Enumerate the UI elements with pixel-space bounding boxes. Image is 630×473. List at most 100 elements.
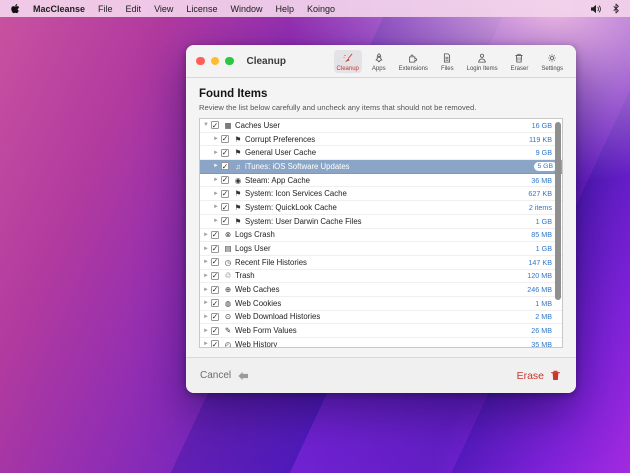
flag-icon: ⚑ [233, 135, 243, 144]
apple-menu-icon[interactable] [10, 3, 21, 15]
row-checkbox[interactable]: ✓ [211, 286, 219, 294]
disclosure-collapsed-icon[interactable]: ► [203, 259, 211, 265]
disclosure-collapsed-icon[interactable]: ► [213, 204, 221, 210]
section-heading: Found Items [199, 88, 563, 100]
row-label: Caches User [235, 121, 280, 130]
row-checkbox[interactable]: ✓ [211, 299, 219, 307]
disclosure-collapsed-icon[interactable]: ► [203, 246, 211, 252]
row-checkbox[interactable]: ✓ [221, 135, 229, 143]
row-checkbox[interactable]: ✓ [221, 176, 229, 184]
row-checkbox[interactable]: ✓ [211, 272, 219, 280]
document-icon: ▤ [223, 244, 233, 253]
erase-label: Erase [517, 370, 544, 382]
toolbar-item-label: Extensions [399, 66, 428, 72]
history-icon: ◴ [223, 340, 233, 348]
list-row-logs-crash[interactable]: ►✓⊗Logs Crash85 MB [200, 229, 562, 243]
toolbar: Cleanup Apps Extensions Files Login Items Era… [334, 50, 566, 73]
crash-icon: ⊗ [223, 230, 233, 239]
disclosure-collapsed-icon[interactable]: ► [203, 273, 211, 279]
row-checkbox[interactable]: ✓ [211, 258, 219, 266]
disclosure-collapsed-icon[interactable]: ► [213, 136, 221, 142]
cancel-button[interactable]: Cancel [200, 370, 249, 381]
scrollbar-thumb[interactable] [555, 122, 561, 300]
list-row-caches-user[interactable]: ▼✓▦Caches User16 GB [200, 119, 562, 133]
menu-item-view[interactable]: View [154, 4, 173, 14]
list-row-logs-user[interactable]: ►✓▤Logs User1 GB [200, 242, 562, 256]
list-row-web-history[interactable]: ►✓◴Web History35 MB [200, 338, 562, 348]
cookie-icon: ◍ [223, 299, 233, 308]
list-row-web-cookies[interactable]: ►✓◍Web Cookies1 MB [200, 297, 562, 311]
list-row-itunes-ios-software-updates[interactable]: ►✓♫iTunes: iOS Software Updates5 GB [200, 160, 562, 174]
list-row-general-user-cache[interactable]: ►✓⚑General User Cache9 GB [200, 146, 562, 160]
apps-rocket-icon [373, 52, 385, 66]
toolbar-item-files[interactable]: Files [438, 50, 457, 73]
erase-button[interactable]: Erase [517, 369, 562, 382]
back-arrow-icon [237, 371, 249, 381]
list-row-web-download-histories[interactable]: ►✓⊙Web Download Histories2 MB [200, 311, 562, 325]
pencil-icon: ✎ [223, 326, 233, 335]
row-checkbox[interactable]: ✓ [221, 203, 229, 211]
list-row-steam-app-cache[interactable]: ►✓◉Steam: App Cache36 MB [200, 174, 562, 188]
list-row-trash[interactable]: ►✓♲Trash120 MB [200, 270, 562, 284]
toolbar-item-cleanup[interactable]: Cleanup [334, 50, 362, 73]
row-label: System: QuickLook Cache [245, 203, 337, 212]
disclosure-collapsed-icon[interactable]: ► [213, 177, 221, 183]
toolbar-item-label: Cleanup [337, 66, 359, 72]
close-button[interactable] [196, 57, 205, 66]
zoom-button[interactable] [225, 57, 234, 66]
toolbar-item-apps[interactable]: Apps [369, 50, 389, 73]
disclosure-collapsed-icon[interactable]: ► [213, 191, 221, 197]
row-checkbox[interactable]: ✓ [211, 245, 219, 253]
disclosure-expanded-icon[interactable]: ▼ [203, 122, 211, 128]
disclosure-collapsed-icon[interactable]: ► [213, 163, 221, 169]
disclosure-collapsed-icon[interactable]: ► [213, 218, 221, 224]
row-checkbox[interactable]: ✓ [211, 121, 219, 129]
row-checkbox[interactable]: ✓ [221, 190, 229, 198]
menu-item-license[interactable]: License [186, 4, 217, 14]
volume-icon[interactable] [590, 4, 602, 14]
row-checkbox[interactable]: ✓ [221, 162, 229, 170]
row-label: System: Icon Services Cache [245, 189, 347, 198]
menu-item-help[interactable]: Help [275, 4, 294, 14]
menu-item-edit[interactable]: Edit [126, 4, 142, 14]
list-row-corrupt-preferences[interactable]: ►✓⚑Corrupt Preferences119 KB [200, 133, 562, 147]
toolbar-item-settings[interactable]: Settings [538, 50, 566, 73]
toolbar-item-eraser[interactable]: Eraser [508, 50, 532, 73]
disclosure-collapsed-icon[interactable]: ► [203, 314, 211, 320]
disclosure-collapsed-icon[interactable]: ► [213, 150, 221, 156]
row-checkbox[interactable]: ✓ [211, 313, 219, 321]
row-size: 2 MB [535, 312, 562, 321]
bluetooth-icon[interactable] [612, 3, 620, 14]
toolbar-item-extensions[interactable]: Extensions [396, 50, 431, 73]
list-row-system-user-darwin-cache-files[interactable]: ►✓⚑System: User Darwin Cache Files1 GB [200, 215, 562, 229]
row-checkbox[interactable]: ✓ [211, 231, 219, 239]
toolbar-item-label: Settings [541, 66, 563, 72]
row-checkbox[interactable]: ✓ [221, 149, 229, 157]
row-label: Logs User [235, 244, 271, 253]
list-row-web-caches[interactable]: ►✓⊕Web Caches246 MB [200, 283, 562, 297]
menu-item-koingo[interactable]: Koingo [307, 4, 335, 14]
disclosure-collapsed-icon[interactable]: ► [203, 287, 211, 293]
row-checkbox[interactable]: ✓ [221, 217, 229, 225]
list-row-web-form-values[interactable]: ►✓✎Web Form Values26 MB [200, 324, 562, 338]
flag-icon: ⚑ [233, 189, 243, 198]
toolbar-item-login-items[interactable]: Login Items [464, 50, 501, 73]
list-row-system-quicklook-cache[interactable]: ►✓⚑System: QuickLook Cache2 items [200, 201, 562, 215]
disclosure-collapsed-icon[interactable]: ► [203, 232, 211, 238]
disclosure-collapsed-icon[interactable]: ► [203, 341, 211, 347]
toolbar-item-label: Files [441, 66, 454, 72]
list-row-recent-file-histories[interactable]: ►✓◷Recent File Histories147 KB [200, 256, 562, 270]
disclosure-collapsed-icon[interactable]: ► [203, 300, 211, 306]
desktop-wallpaper: MacCleanse File Edit View License Window Help K… [0, 0, 630, 473]
row-checkbox[interactable]: ✓ [211, 340, 219, 348]
menu-item-window[interactable]: Window [230, 4, 262, 14]
trash-icon: ♲ [223, 271, 233, 280]
menu-item-maccleanse[interactable]: MacCleanse [33, 4, 85, 14]
row-checkbox[interactable]: ✓ [211, 327, 219, 335]
minimize-button[interactable] [211, 57, 220, 66]
flag-icon: ⚑ [233, 203, 243, 212]
list-row-system-icon-services-cache[interactable]: ►✓⚑System: Icon Services Cache627 KB [200, 187, 562, 201]
menu-item-file[interactable]: File [98, 4, 113, 14]
disclosure-collapsed-icon[interactable]: ► [203, 328, 211, 334]
download-icon: ⊙ [223, 312, 233, 321]
